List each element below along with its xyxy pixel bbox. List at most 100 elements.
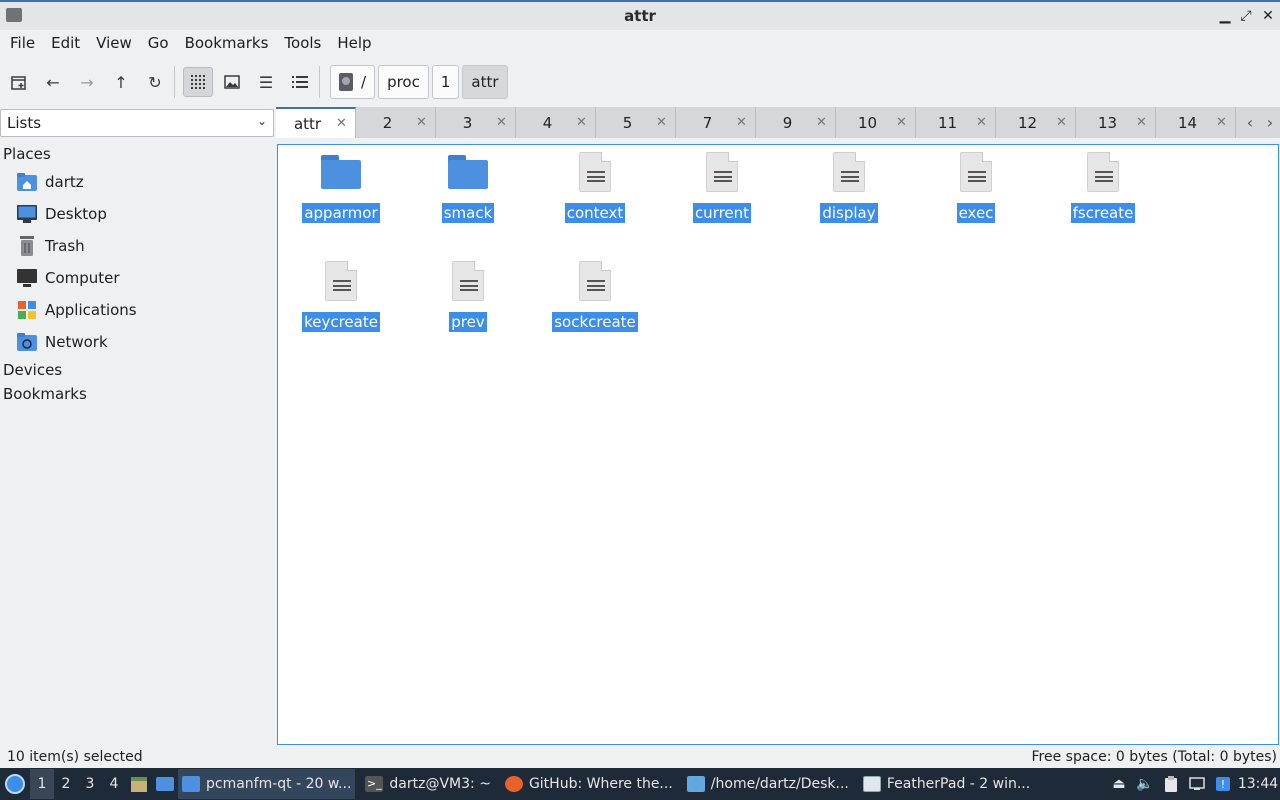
notification-icon[interactable]: ! xyxy=(1210,771,1236,797)
tab-close-icon[interactable]: ✕ xyxy=(494,115,510,130)
tab-14[interactable]: 14 ✕ xyxy=(1156,107,1236,138)
desktop-switch-4[interactable]: 4 xyxy=(102,769,126,799)
forward-icon[interactable]: → xyxy=(72,67,102,97)
tab-2[interactable]: 2 ✕ xyxy=(356,107,436,138)
tab-close-icon[interactable]: ✕ xyxy=(894,115,910,130)
task-image-viewer[interactable]: /home/dartz/Desk... xyxy=(683,769,853,799)
places-heading[interactable]: Places xyxy=(0,142,274,166)
clock[interactable]: 13:44 xyxy=(1236,776,1280,792)
file-view[interactable]: apparmor smack context current display exec fs… xyxy=(277,144,1279,745)
firefox-icon xyxy=(504,776,523,792)
folder-item[interactable]: apparmor xyxy=(286,145,396,245)
tab-close-icon[interactable]: ✕ xyxy=(654,115,670,130)
file-cabinet-icon[interactable] xyxy=(126,771,152,797)
tab-5[interactable]: 5 ✕ xyxy=(596,107,676,138)
tab-4[interactable]: 4 ✕ xyxy=(516,107,596,138)
sidebar-item-desktop[interactable]: Desktop xyxy=(0,198,274,230)
tab-13[interactable]: 13 ✕ xyxy=(1076,107,1156,138)
clipboard-icon[interactable] xyxy=(1158,771,1184,797)
thumbnail-view-icon[interactable] xyxy=(217,67,247,97)
desktop-switch-1[interactable]: 1 xyxy=(30,769,54,799)
icon-view-icon[interactable] xyxy=(183,67,213,97)
sidebar-item-home[interactable]: dartz xyxy=(0,166,274,198)
menu-view[interactable]: View xyxy=(88,34,140,52)
desktop-switch-3[interactable]: 3 xyxy=(78,769,102,799)
menu-file[interactable]: File xyxy=(2,34,43,52)
tab-close-icon[interactable]: ✕ xyxy=(974,115,990,130)
network-monitor-icon[interactable] xyxy=(1184,771,1210,797)
task-label: pcmanfm-qt - 20 w... xyxy=(206,776,352,792)
breadcrumb-proc[interactable]: proc xyxy=(378,65,429,99)
menu-edit[interactable]: Edit xyxy=(43,34,88,52)
close-icon[interactable]: ✕ xyxy=(1258,6,1278,26)
tab-3[interactable]: 3 ✕ xyxy=(436,107,516,138)
app-icon[interactable] xyxy=(6,8,22,22)
file-item[interactable]: current xyxy=(667,145,777,245)
new-tab-icon[interactable] xyxy=(4,67,34,97)
file-item[interactable]: fscreate xyxy=(1048,145,1158,245)
trash-icon xyxy=(17,236,37,256)
tab-attr[interactable]: attr ✕ xyxy=(276,107,356,138)
tab-close-icon[interactable]: ✕ xyxy=(814,115,830,130)
side-panel: Places dartz Desktop Trash Computer Appl… xyxy=(0,142,274,742)
tab-7[interactable]: 7 ✕ xyxy=(676,107,756,138)
file-item[interactable]: exec xyxy=(921,145,1031,245)
tab-close-icon[interactable]: ✕ xyxy=(1134,115,1150,130)
sidebar-item-network[interactable]: Network xyxy=(0,326,274,358)
tab-close-icon[interactable]: ✕ xyxy=(574,115,590,130)
sidebar-item-computer[interactable]: Computer xyxy=(0,262,274,294)
folder-item[interactable]: smack xyxy=(413,145,523,245)
chevron-right-icon[interactable]: › xyxy=(1267,113,1273,132)
breadcrumb-root[interactable]: / xyxy=(330,65,376,99)
computer-icon xyxy=(17,268,37,288)
desktop-switch-2[interactable]: 2 xyxy=(54,769,78,799)
chevron-left-icon[interactable]: ‹ xyxy=(1247,113,1253,132)
breadcrumb-attr[interactable]: attr xyxy=(462,65,508,99)
tab-close-icon[interactable]: ✕ xyxy=(334,116,350,131)
minimize-icon[interactable]: ▁ xyxy=(1215,6,1235,26)
tab-label: 5 xyxy=(622,113,633,132)
show-desktop-icon[interactable] xyxy=(152,771,178,797)
tab-close-icon[interactable]: ✕ xyxy=(1214,115,1230,130)
file-name: sockcreate xyxy=(552,312,638,332)
task-firefox[interactable]: GitHub: Where the... xyxy=(501,769,677,799)
tab-close-icon[interactable]: ✕ xyxy=(1054,115,1070,130)
tab-10[interactable]: 10 ✕ xyxy=(836,107,916,138)
devices-heading[interactable]: Devices xyxy=(0,358,274,382)
sidebar-item-label: Computer xyxy=(45,269,120,287)
tab-close-icon[interactable]: ✕ xyxy=(734,115,750,130)
detailed-list-view-icon[interactable] xyxy=(285,67,315,97)
file-item[interactable]: context xyxy=(540,145,650,245)
tab-12[interactable]: 12 ✕ xyxy=(996,107,1076,138)
volume-icon[interactable]: 🔈 xyxy=(1132,771,1158,797)
task-featherpad[interactable]: FeatherPad - 2 win... xyxy=(859,769,1034,799)
compact-view-icon[interactable]: ☰ xyxy=(251,67,281,97)
sidebar-item-trash[interactable]: Trash xyxy=(0,230,274,262)
file-item[interactable]: prev xyxy=(413,254,523,354)
side-pane-mode-select[interactable]: Lists ⌄ xyxy=(0,109,274,137)
sidebar-item-applications[interactable]: Applications xyxy=(0,294,274,326)
reload-icon[interactable]: ↻ xyxy=(140,67,170,97)
file-item[interactable]: sockcreate xyxy=(540,254,650,354)
breadcrumb-1[interactable]: 1 xyxy=(431,65,460,99)
toolbar-separator xyxy=(174,66,175,98)
back-icon[interactable]: ← xyxy=(38,67,68,97)
bookmarks-heading[interactable]: Bookmarks xyxy=(0,382,274,406)
menu-go[interactable]: Go xyxy=(140,34,177,52)
tab-close-icon[interactable]: ✕ xyxy=(414,115,430,130)
tab-9[interactable]: 9 ✕ xyxy=(756,107,836,138)
start-menu-button[interactable] xyxy=(0,769,30,799)
file-item[interactable]: display xyxy=(794,145,904,245)
menu-tools[interactable]: Tools xyxy=(276,34,329,52)
task-pcmanfm[interactable]: pcmanfm-qt - 20 w... xyxy=(178,769,356,799)
menu-help[interactable]: Help xyxy=(329,34,379,52)
task-terminal[interactable]: >_ dartz@VM3: ~ xyxy=(361,769,495,799)
maximize-icon[interactable]: ⤢ xyxy=(1236,6,1256,26)
menu-bookmarks[interactable]: Bookmarks xyxy=(177,34,277,52)
tab-11[interactable]: 11 ✕ xyxy=(916,107,996,138)
status-bar: 10 item(s) selected Free space: 0 bytes … xyxy=(0,747,1280,767)
eject-icon[interactable]: ⏏ xyxy=(1106,771,1132,797)
file-item[interactable]: keycreate xyxy=(286,254,396,354)
up-icon[interactable]: ↑ xyxy=(106,67,136,97)
file-name: fscreate xyxy=(1070,203,1136,223)
